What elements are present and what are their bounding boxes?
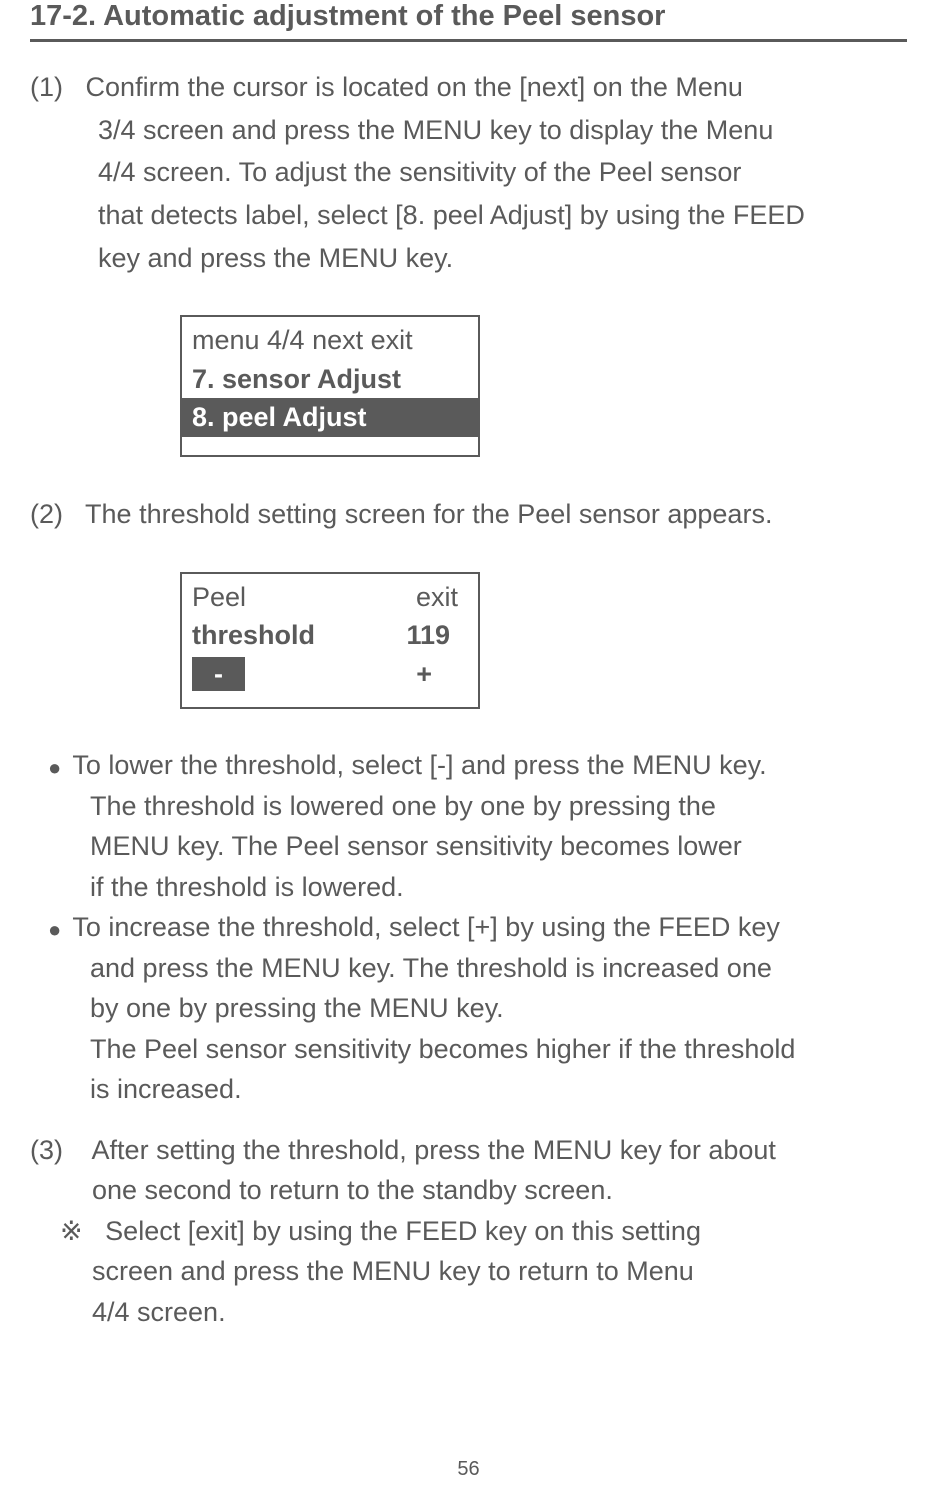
bullet-2-line1: To increase the threshold, select [+] by… xyxy=(72,912,780,942)
bullet-1-line1: To lower the threshold, select [-] and p… xyxy=(72,750,766,780)
step-3-line2: one second to return to the standby scre… xyxy=(30,1170,907,1211)
step-2: (2) The threshold setting screen for the… xyxy=(30,493,907,536)
peel-exit: exit xyxy=(416,580,468,615)
step-1-line3: 4/4 screen. To adjust the sensitivity of… xyxy=(30,151,907,194)
step-1-line2: 3/4 screen and press the MENU key to dis… xyxy=(30,109,907,152)
peel-label: Peel xyxy=(192,580,416,615)
threshold-screen-row3: - + xyxy=(182,655,478,698)
bullet-1-line2: The threshold is lowered one by one by p… xyxy=(30,786,907,827)
menu-screen-empty-row xyxy=(182,437,478,455)
bullet-marker-icon: ● xyxy=(48,913,61,946)
bullet-2-line5: is increased. xyxy=(30,1069,907,1110)
bullet-1: ● To lower the threshold, select [-] and… xyxy=(30,745,907,907)
plus-button: + xyxy=(416,657,468,692)
step-1-line4: that detects label, select [8. peel Adju… xyxy=(30,194,907,237)
step-1-number: (1) xyxy=(30,72,63,102)
bullet-2-line2: and press the MENU key. The threshold is… xyxy=(30,948,907,989)
step-2-line1: The threshold setting screen for the Pee… xyxy=(85,499,772,529)
note-line3: 4/4 screen. xyxy=(30,1292,907,1333)
bullet-1-line4: if the threshold is lowered. xyxy=(30,867,907,908)
threshold-screen-row1: Peel exit xyxy=(182,574,478,617)
section-heading: 17-2. Automatic adjustment of the Peel s… xyxy=(30,0,907,42)
bullet-1-line3: MENU key. The Peel sensor sensitivity be… xyxy=(30,826,907,867)
menu-screen-row1: menu 4/4 next exit xyxy=(182,317,478,360)
threshold-label: threshold xyxy=(192,618,406,653)
bullet-2-line3: by one by pressing the MENU key. xyxy=(30,988,907,1029)
bullet-marker-icon: ● xyxy=(48,751,61,784)
menu-screen-row3-selected: 8. peel Adjust xyxy=(182,398,478,437)
note-line2: screen and press the MENU key to return … xyxy=(30,1251,907,1292)
threshold-value: 119 xyxy=(406,618,468,653)
step-1: (1) Confirm the cursor is located on the… xyxy=(30,66,907,279)
menu-screen-row2: 7. sensor Adjust xyxy=(182,360,478,399)
threshold-screen-row2: threshold 119 xyxy=(182,616,478,655)
step-3-number: (3) xyxy=(30,1135,63,1165)
bullet-2-line4: The Peel sensor sensitivity becomes high… xyxy=(30,1029,907,1070)
step-2-number: (2) xyxy=(30,499,63,529)
page-number: 56 xyxy=(0,1458,937,1481)
step-3: (3) After setting the threshold, press t… xyxy=(30,1130,907,1333)
minus-button: - xyxy=(192,657,245,692)
bullet-2: ● To increase the threshold, select [+] … xyxy=(30,907,907,1110)
threshold-screen-box: Peel exit threshold 119 - + xyxy=(180,572,480,710)
menu-screen-box: menu 4/4 next exit 7. sensor Adjust 8. p… xyxy=(180,315,480,457)
note-line1: Select [exit] by using the FEED key on t… xyxy=(105,1216,701,1246)
threshold-screen-empty-row xyxy=(182,697,478,707)
step-3-line1: After setting the threshold, press the M… xyxy=(92,1135,776,1165)
note-mark: ※ xyxy=(60,1216,83,1246)
step-1-line1: Confirm the cursor is located on the [ne… xyxy=(86,72,743,102)
step-1-line5: key and press the MENU key. xyxy=(30,237,907,280)
